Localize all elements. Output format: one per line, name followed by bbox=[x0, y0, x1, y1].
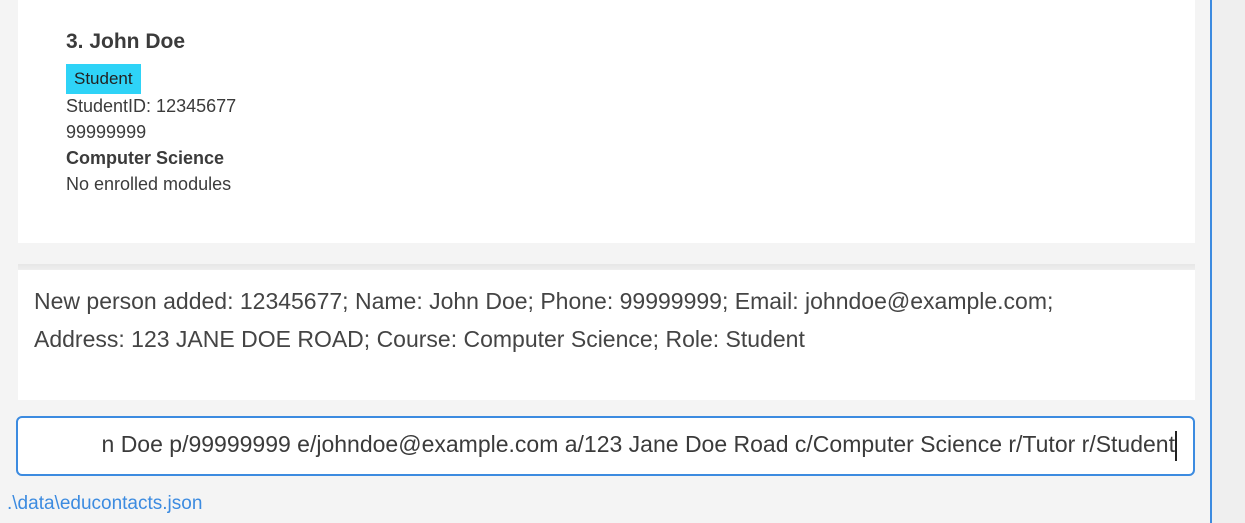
command-text[interactable]: n Doe p/99999999 e/johndoe@example.com a… bbox=[102, 431, 1175, 458]
person-card[interactable]: 3. John Doe Student StudentID: 12345677 … bbox=[18, 0, 1195, 243]
person-name: 3. John Doe bbox=[66, 30, 186, 53]
status-bar-file-path: .\data\educontacts.json bbox=[7, 493, 203, 514]
enrolled-modules: No enrolled modules bbox=[66, 174, 232, 194]
scrollbar-track[interactable] bbox=[1210, 0, 1245, 523]
command-input[interactable]: n Doe p/99999999 e/johndoe@example.com a… bbox=[16, 416, 1195, 476]
text-cursor bbox=[1175, 431, 1177, 461]
course-name: Computer Science bbox=[66, 148, 225, 168]
role-tag: Student bbox=[66, 64, 141, 94]
result-line-1: New person added: 12345677; Name: John D… bbox=[34, 288, 1054, 314]
result-display[interactable]: New person added: 12345677; Name: John D… bbox=[18, 270, 1195, 400]
phone-number: 99999999 bbox=[66, 122, 147, 142]
app-window: 3. John Doe Student StudentID: 12345677 … bbox=[0, 0, 1245, 523]
student-id: StudentID: 12345677 bbox=[66, 96, 237, 116]
result-line-2: Address: 123 JANE DOE ROAD; Course: Comp… bbox=[34, 326, 805, 352]
